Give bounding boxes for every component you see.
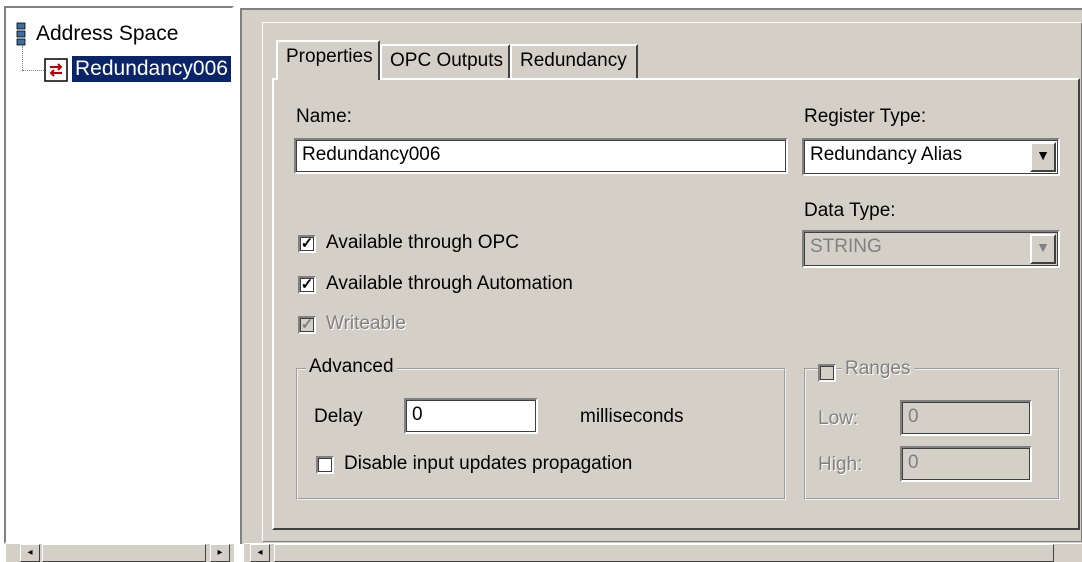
register-type-value: Redundancy Alias [810,144,963,165]
writeable-label: Writeable [326,313,406,334]
name-label: Name: [296,106,352,127]
address-space-icon [16,22,26,46]
tab-redundancy[interactable]: Redundancy [510,44,638,78]
tab-opc-outputs-label: OPC Outputs [390,50,503,71]
tab-properties-label: Properties [286,46,373,67]
name-value: Redundancy006 [302,144,441,165]
low-input[interactable]: 0 [900,400,1032,436]
disable-propagation-checkbox[interactable] [316,456,334,474]
data-type-select[interactable]: STRING ▼ [802,230,1060,268]
writeable-checkbox[interactable]: ✓ [298,316,316,334]
tab-opc-outputs[interactable]: OPC Outputs [380,44,510,78]
disable-propagation-label[interactable]: Disable input updates propagation [344,453,632,475]
high-label: High: [818,454,863,475]
tree-horizontal-scrollbar[interactable]: ◂ ▸ [6,543,234,562]
tab-properties[interactable]: Properties [276,40,380,80]
scroll-thumb[interactable] [274,544,1054,562]
delay-label: Delay [314,406,363,427]
scroll-left-icon[interactable]: ◂ [250,544,270,562]
chevron-down-icon[interactable]: ▼ [1030,142,1056,172]
tree-connector [22,70,44,71]
scroll-left-icon[interactable]: ◂ [20,544,40,562]
scroll-thumb[interactable] [42,544,206,562]
chevron-down-icon[interactable]: ▼ [1030,234,1056,264]
low-label: Low: [818,408,859,429]
tree-item-redundancy006[interactable]: Redundancy006 [71,55,232,83]
address-space-tree[interactable]: Address Space Redundancy006 [4,6,234,544]
high-value: 0 [908,452,919,473]
scroll-right-icon[interactable]: ▸ [210,544,230,562]
redundancy-icon [44,58,68,82]
delay-input[interactable]: 0 [404,398,538,434]
tree-connector [22,46,23,70]
low-value: 0 [908,406,919,427]
available-opc-checkbox[interactable]: ✓ [298,235,316,253]
available-opc-label[interactable]: Available through OPC [326,232,519,254]
data-type-label: Data Type: [804,200,896,221]
ranges-checkbox[interactable] [818,364,836,382]
advanced-group-title: Advanced [306,356,397,378]
advanced-group [296,368,786,500]
available-automation-label[interactable]: Available through Automation [326,273,573,295]
available-automation-checkbox[interactable]: ✓ [298,276,316,294]
high-input[interactable]: 0 [900,446,1032,482]
register-type-select[interactable]: Redundancy Alias ▼ [802,138,1060,176]
data-type-value: STRING [810,236,882,257]
register-type-label: Register Type: [804,106,927,127]
tree-root-label[interactable]: Address Space [36,22,178,46]
ranges-label: Ranges [842,358,914,380]
delay-unit-label: milliseconds [580,406,684,427]
details-horizontal-scrollbar[interactable]: ◂ [244,543,1082,562]
name-field[interactable]: Redundancy006 [294,138,788,174]
delay-value: 0 [412,404,423,425]
tab-redundancy-label: Redundancy [520,50,627,71]
